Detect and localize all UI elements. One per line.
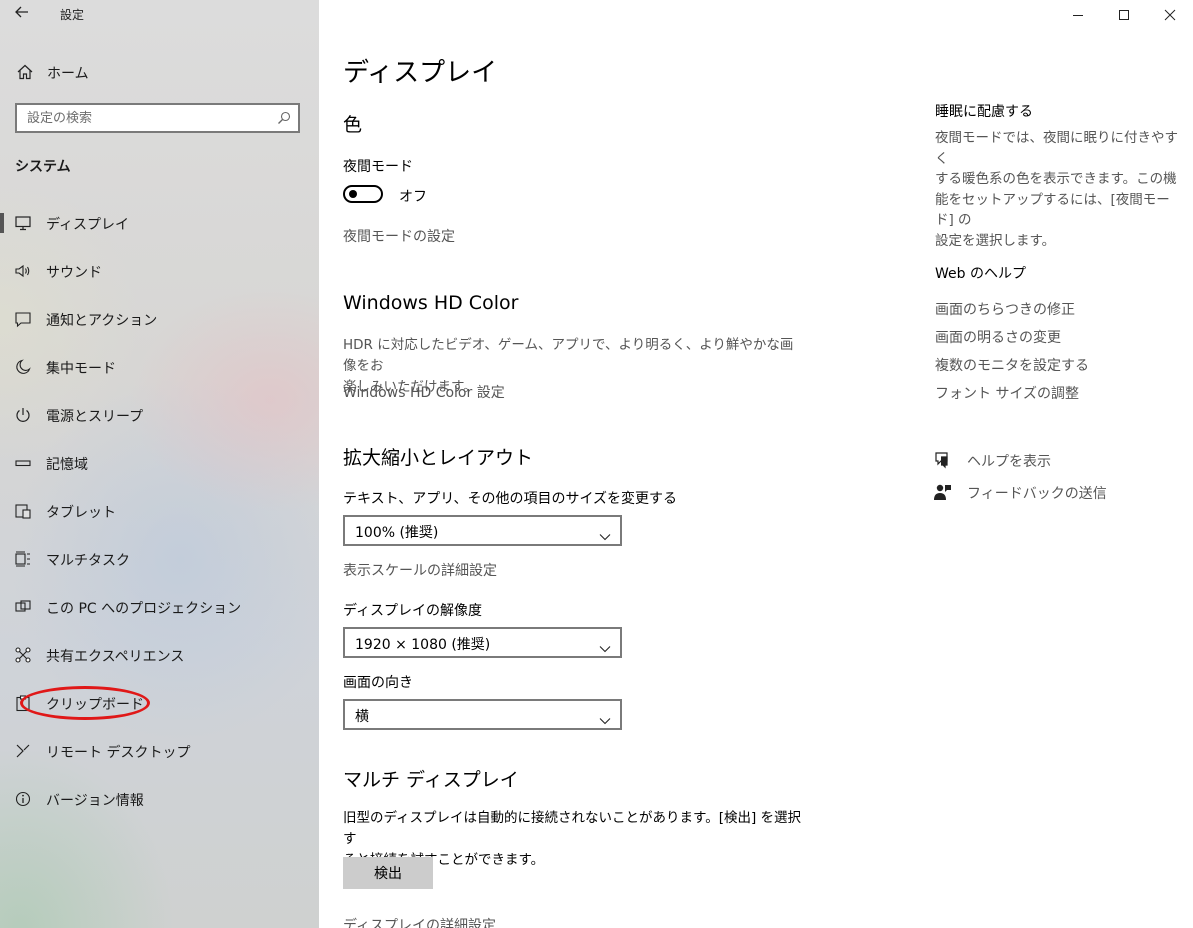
sidebar-item-label: 通知とアクション [46, 313, 158, 329]
back-arrow-icon[interactable] [14, 4, 34, 26]
page-title: ディスプレイ [343, 58, 498, 88]
scale-heading: 拡大縮小とレイアウト [343, 447, 534, 469]
home-nav-item[interactable]: ホーム [0, 58, 319, 86]
window-controls [1055, 0, 1193, 30]
sleep-heading: 睡眠に配慮する [935, 104, 1033, 120]
sidebar-item-label: ディスプレイ [46, 217, 130, 233]
web-help-link[interactable]: 複数のモニタを設定する [935, 355, 1089, 375]
hdr-heading: Windows HD Color [343, 292, 519, 314]
sidebar-item-display[interactable]: ディスプレイ [0, 203, 319, 243]
night-light-settings-link[interactable]: 夜間モードの設定 [343, 226, 455, 246]
feedback-person-icon [933, 483, 953, 501]
sidebar-item-multitasking[interactable]: マルチタスク [0, 539, 319, 579]
sidebar-item-focus-assist[interactable]: 集中モード [0, 347, 319, 387]
orientation-label: 画面の向き [343, 675, 413, 691]
sleep-description-line: 設定を選択します。 [935, 232, 1056, 249]
selection-indicator [0, 213, 4, 233]
advanced-scaling-link[interactable]: 表示スケールの詳細設定 [343, 560, 497, 580]
advanced-display-link[interactable]: ディスプレイの詳細設定 [343, 915, 496, 928]
sleep-description: 夜間モードでは、夜間に眠りに付きやすく する暖色系の色を表示できます。この機 能… [935, 128, 1180, 251]
web-help-link[interactable]: 画面の明るさの変更 [935, 327, 1061, 347]
sidebar-item-storage[interactable]: 記憶域 [0, 443, 319, 483]
sidebar-item-label: バージョン情報 [46, 793, 144, 809]
sidebar-item-shared-experiences[interactable]: 共有エクスペリエンス [0, 635, 319, 675]
sidebar-item-label: サウンド [46, 265, 102, 281]
sidebar-item-label: リモート デスクトップ [46, 745, 191, 761]
scale-value: 100% (推奨) [355, 525, 439, 541]
chevron-down-icon [599, 710, 611, 725]
tablet-icon [14, 502, 32, 520]
resolution-value: 1920 × 1080 (推奨) [355, 637, 491, 653]
power-icon [14, 406, 32, 424]
sidebar-item-sound[interactable]: サウンド [0, 251, 319, 291]
sidebar-item-projection[interactable]: この PC へのプロジェクション [0, 587, 319, 627]
help-chat-icon [933, 451, 953, 469]
home-icon [15, 62, 35, 82]
home-label: ホーム [47, 66, 89, 82]
sleep-description-line: 能をセットアップするには、[夜間モード] の [935, 191, 1170, 229]
sidebar-item-remote-desktop[interactable]: リモート デスクトップ [0, 731, 319, 771]
sidebar-item-label: タブレット [46, 505, 116, 521]
info-icon [14, 790, 32, 808]
sleep-description-line: する暖色系の色を表示できます。この機 [935, 171, 1177, 187]
close-button[interactable] [1147, 0, 1193, 30]
sidebar-item-about[interactable]: バージョン情報 [0, 779, 319, 819]
hdr-settings-link[interactable]: Windows HD Color 設定 [343, 382, 505, 402]
multi-display-heading: マルチ ディスプレイ [343, 769, 519, 791]
night-light-toggle[interactable] [343, 185, 383, 203]
hdr-description-line: HDR に対応したビデオ、ゲーム、アプリで、より明るく、より鮮やかな画像をお [343, 337, 794, 374]
detect-button[interactable]: 検出 [343, 857, 433, 889]
sidebar-item-label: この PC へのプロジェクション [46, 601, 242, 617]
resolution-dropdown[interactable]: 1920 × 1080 (推奨) [343, 627, 622, 658]
sidebar-item-label: マルチタスク [46, 553, 130, 569]
section-heading-system: システム [15, 159, 71, 175]
orientation-dropdown[interactable]: 横 [343, 699, 622, 730]
remote-desktop-icon [14, 742, 32, 760]
orientation-value: 横 [355, 709, 369, 725]
sidebar-item-label: 共有エクスペリエンス [46, 649, 185, 665]
night-light-label: 夜間モード [343, 159, 413, 175]
size-label: テキスト、アプリ、その他の項目のサイズを変更する [343, 491, 678, 507]
chevron-down-icon [599, 526, 611, 541]
multi-description-line: 旧型のディスプレイは自動的に接続されないことがあります。[検出] を選択す [343, 810, 802, 847]
web-help-link[interactable]: フォント サイズの調整 [935, 383, 1079, 403]
monitor-icon [14, 214, 32, 232]
storage-icon [14, 454, 32, 472]
moon-icon [14, 358, 32, 376]
maximize-button[interactable] [1101, 0, 1147, 30]
resolution-label: ディスプレイの解像度 [343, 603, 483, 619]
sidebar-item-label: 電源とスリープ [46, 409, 144, 425]
night-light-state: オフ [399, 189, 427, 205]
minimize-button[interactable] [1055, 0, 1101, 30]
multitask-icon [14, 550, 32, 568]
search-box[interactable] [15, 103, 300, 133]
web-help-heading: Web のヘルプ [935, 266, 1026, 282]
projection-icon [14, 598, 32, 616]
app-title: 設定 [60, 8, 85, 22]
main-content: ディスプレイ 色 夜間モード オフ 夜間モードの設定 Windows HD Co… [319, 0, 1193, 928]
search-input[interactable] [25, 105, 269, 131]
scale-dropdown[interactable]: 100% (推奨) [343, 515, 622, 546]
chevron-down-icon [599, 638, 611, 653]
get-help-label: ヘルプを表示 [967, 454, 1051, 470]
toggle-knob [349, 190, 357, 198]
sidebar: 設定 ホーム システム ディスプレイ サウンド 通知とアクション 集中モード 電… [0, 0, 319, 928]
sidebar-item-label: 記憶域 [46, 457, 88, 473]
notification-icon [14, 310, 32, 328]
feedback-label: フィードバックの送信 [967, 486, 1107, 502]
web-help-link[interactable]: 画面のちらつきの修正 [935, 299, 1075, 319]
shared-experience-icon [14, 646, 32, 664]
annotation-ellipse [20, 686, 150, 720]
color-heading: 色 [343, 114, 363, 136]
search-icon[interactable] [276, 110, 292, 126]
sidebar-item-label: 集中モード [46, 361, 116, 377]
sidebar-item-power-sleep[interactable]: 電源とスリープ [0, 395, 319, 435]
sleep-description-line: 夜間モードでは、夜間に眠りに付きやすく [935, 130, 1178, 167]
speaker-icon [14, 262, 32, 280]
sidebar-item-notifications[interactable]: 通知とアクション [0, 299, 319, 339]
sidebar-item-tablet[interactable]: タブレット [0, 491, 319, 531]
